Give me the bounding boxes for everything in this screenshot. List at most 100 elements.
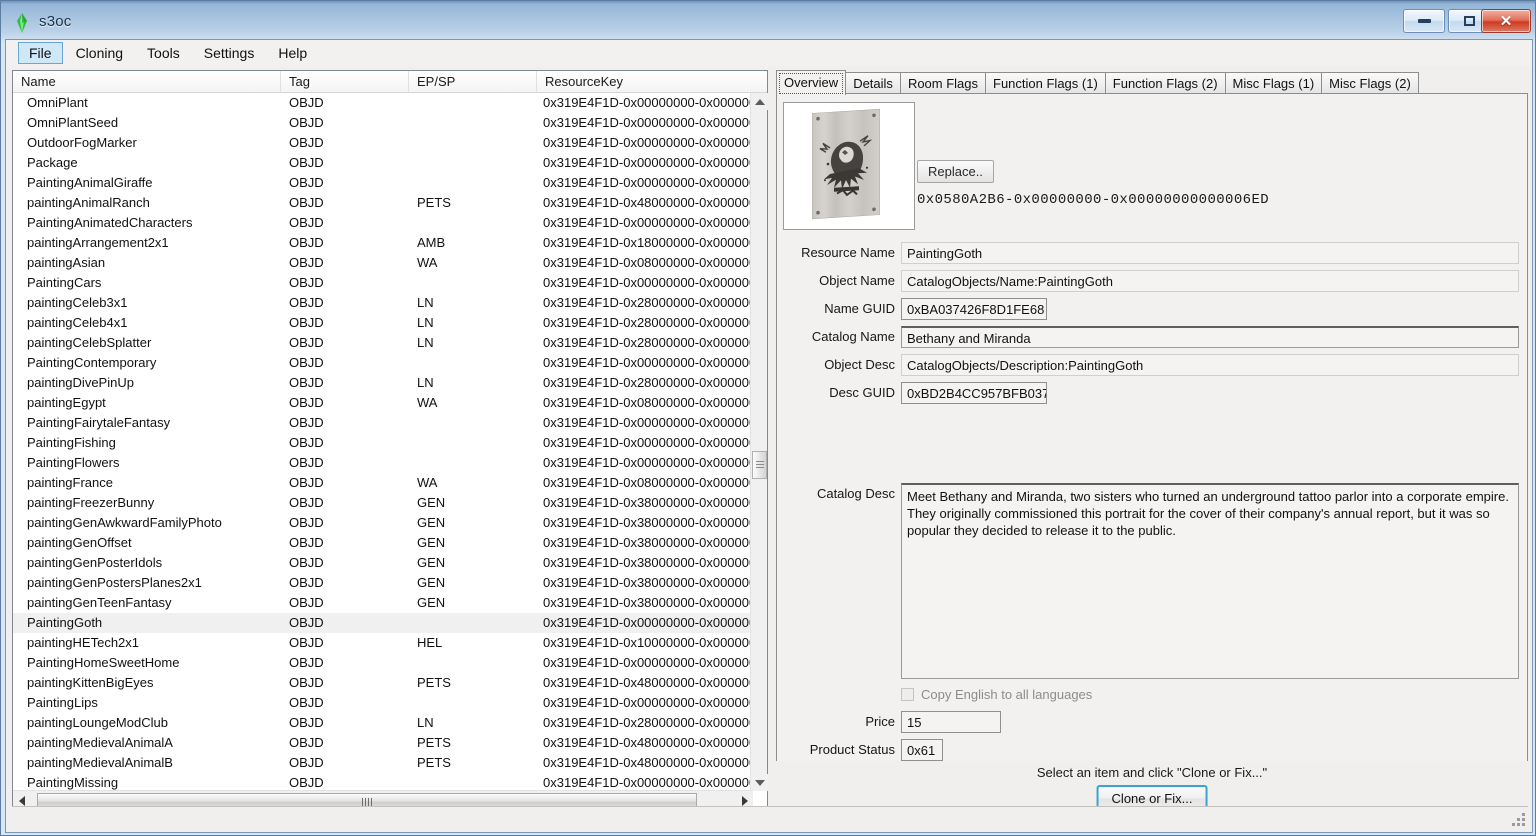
table-row[interactable]: paintingEgypt OBJD WA 0x319E4F1D-0x08000000… [13, 393, 753, 413]
action-hint-text: Select an item and click "Clone or Fix..… [1036, 765, 1268, 780]
cell-ep: GEN [417, 595, 446, 610]
cell-name: paintingLoungeModClub [27, 715, 168, 730]
cell-tag: OBJD [289, 295, 324, 310]
cell-tag: OBJD [289, 175, 324, 190]
input-catalog-name[interactable]: Bethany and Miranda [901, 326, 1519, 348]
minimize-button[interactable] [1403, 9, 1445, 33]
scroll-up-button[interactable] [751, 93, 768, 110]
menu-tools[interactable]: Tools [136, 42, 191, 64]
input-object-name[interactable]: CatalogObjects/Name:PaintingGoth [901, 270, 1519, 292]
menu-help[interactable]: Help [267, 42, 318, 64]
table-row[interactable]: paintingGenPosterIdols OBJD GEN 0x319E4F1D-… [13, 553, 753, 573]
column-header-epsp[interactable]: EP/SP [409, 71, 537, 93]
table-row[interactable]: paintingCeleb3x1 OBJD LN 0x319E4F1D-0x28000… [13, 293, 753, 313]
input-price[interactable]: 15 [901, 711, 1001, 733]
cell-tag: OBJD [289, 335, 324, 350]
table-row[interactable]: PaintingFishing OBJD 0x319E4F1D-0x00000000… [13, 433, 753, 453]
tab-misc-flags-1[interactable]: Misc Flags (1) [1224, 72, 1323, 95]
cell-name: OmniPlantSeed [27, 115, 119, 130]
label-name-guid: Name GUID [824, 301, 895, 316]
table-row[interactable]: PaintingCars OBJD 0x319E4F1D-0x00000000-0x… [13, 273, 753, 293]
resize-grip-icon[interactable] [1512, 813, 1525, 826]
table-row[interactable]: paintingCelebSplatter OBJD LN 0x319E4F1D-0x… [13, 333, 753, 353]
input-product-status[interactable]: 0x61 [901, 739, 943, 761]
chevron-right-icon [741, 796, 748, 806]
input-catalog-desc[interactable]: Meet Bethany and Miranda, two sisters wh… [901, 483, 1519, 679]
table-row[interactable]: PaintingMissing OBJD 0x319E4F1D-0x00000000… [13, 773, 753, 791]
replace-button[interactable]: Replace.. [917, 160, 994, 183]
table-row[interactable]: Package OBJD 0x319E4F1D-0x00000000-0x00000… [13, 153, 753, 173]
cell-rk: 0x319E4F1D-0x00000000-0x0000000 [543, 695, 753, 710]
table-row[interactable]: OmniPlantSeed OBJD 0x319E4F1D-0x00000000-0… [13, 113, 753, 133]
copy-english-row[interactable]: Copy English to all languages [901, 687, 1092, 702]
cell-name: paintingEgypt [27, 395, 106, 410]
vertical-scroll-thumb[interactable] [752, 451, 767, 479]
input-object-desc[interactable]: CatalogObjects/Description:PaintingGoth [901, 354, 1519, 376]
column-header-tag[interactable]: Tag [281, 71, 409, 93]
column-header-resourcekey[interactable]: ResourceKey [537, 71, 755, 93]
cell-rk: 0x319E4F1D-0x48000000-0x0000000 [543, 675, 753, 690]
cell-rk: 0x319E4F1D-0x00000000-0x0000000 [543, 775, 753, 790]
table-row[interactable]: paintingGenTeenFantasy OBJD GEN 0x319E4F1D-… [13, 593, 753, 613]
table-row[interactable]: paintingMedievalAnimalA OBJD PETS 0x319E4F1… [13, 733, 753, 753]
table-row[interactable]: paintingArrangement2x1 OBJD AMB 0x319E4F1D-… [13, 233, 753, 253]
tab-overview[interactable]: Overview [776, 70, 847, 95]
table-row[interactable]: PaintingFairytaleFantasy OBJD 0x319E4F1D-0… [13, 413, 753, 433]
table-row[interactable]: PaintingContemporary OBJD 0x319E4F1D-0x000… [13, 353, 753, 373]
table-row[interactable]: paintingGenPostersPlanes2x1 OBJD GEN 0x319E… [13, 573, 753, 593]
cell-name: paintingHETech2x1 [27, 635, 140, 650]
close-button[interactable]: ✕ [1481, 9, 1531, 33]
resource-list-rows[interactable]: OmniPlant OBJD 0x319E4F1D-0x00000000-0x000… [13, 93, 753, 791]
cell-ep: PETS [417, 195, 451, 210]
table-row[interactable]: paintingFreezerBunny OBJD GEN 0x319E4F1D-0x… [13, 493, 753, 513]
menu-settings[interactable]: Settings [193, 42, 266, 64]
table-row[interactable]: paintingHETech2x1 OBJD HEL 0x319E4F1D-0x100… [13, 633, 753, 653]
menu-cloning[interactable]: Cloning [65, 42, 134, 64]
table-row[interactable]: paintingAnimalRanch OBJD PETS 0x319E4F1D-0x… [13, 193, 753, 213]
cell-ep [417, 113, 535, 115]
table-row[interactable]: PaintingAnimalGiraffe OBJD 0x319E4F1D-0x00… [13, 173, 753, 193]
menu-file[interactable]: File [18, 42, 63, 64]
tab-function-flags-1[interactable]: Function Flags (1) [985, 72, 1106, 95]
tab-details[interactable]: Details [845, 72, 901, 95]
table-row[interactable]: paintingMedievalAnimalB OBJD PETS 0x319E4F1… [13, 753, 753, 773]
table-row[interactable]: paintingGenAwkwardFamilyPhoto OBJD GEN 0x31… [13, 513, 753, 533]
table-row[interactable]: OutdoorFogMarker OBJD 0x319E4F1D-0x0000000… [13, 133, 753, 153]
copy-english-checkbox[interactable] [901, 688, 914, 701]
table-row[interactable]: paintingGenOffset OBJD GEN 0x319E4F1D-0x380… [13, 533, 753, 553]
thumbnail-preview[interactable] [783, 102, 915, 230]
table-row[interactable]: OmniPlant OBJD 0x319E4F1D-0x00000000-0x000… [13, 93, 753, 113]
cell-rk: 0x319E4F1D-0x28000000-0x0000000 [543, 335, 753, 350]
tab-misc-flags-2[interactable]: Misc Flags (2) [1321, 72, 1419, 95]
input-desc-guid[interactable]: 0xBD2B4CC957BFB037 [901, 382, 1047, 404]
tab-function-flags-2[interactable]: Function Flags (2) [1104, 72, 1226, 95]
table-row[interactable]: paintingAsian OBJD WA 0x319E4F1D-0x08000000… [13, 253, 753, 273]
table-row[interactable]: paintingDivePinUp OBJD LN 0x319E4F1D-0x2800… [13, 373, 753, 393]
cell-tag: OBJD [289, 315, 324, 330]
table-row[interactable]: paintingCeleb4x1 OBJD LN 0x319E4F1D-0x28000… [13, 313, 753, 333]
table-row[interactable]: PaintingFlowers OBJD 0x319E4F1D-0x00000000… [13, 453, 753, 473]
tab-room-flags[interactable]: Room Flags [899, 72, 987, 95]
cell-ep: GEN [417, 575, 446, 590]
scroll-down-button[interactable] [751, 774, 768, 791]
table-row[interactable]: PaintingHomeSweetHome OBJD 0x319E4F1D-0x00… [13, 653, 753, 673]
cell-ep: GEN [417, 515, 446, 530]
cell-ep: GEN [417, 495, 446, 510]
input-resource-name[interactable]: PaintingGoth [901, 242, 1519, 264]
table-row[interactable]: paintingKittenBigEyes OBJD PETS 0x319E4F1D-… [13, 673, 753, 693]
detail-panel: Overview Details Room Flags Function Flags … [776, 70, 1528, 812]
input-name-guid[interactable]: 0xBA037426F8D1FE68 [901, 298, 1047, 320]
cell-rk: 0x319E4F1D-0x00000000-0x0000000 [543, 435, 753, 450]
table-row[interactable]: paintingFrance OBJD WA 0x319E4F1D-0x0800000… [13, 473, 753, 493]
table-row[interactable]: PaintingLips OBJD 0x319E4F1D-0x00000000-0x… [13, 693, 753, 713]
cell-tag: OBJD [289, 415, 324, 430]
plumbob-icon [11, 12, 33, 34]
table-row[interactable]: paintingLoungeModClub OBJD LN 0x319E4F1D-0x… [13, 713, 753, 733]
table-row[interactable]: PaintingGoth OBJD 0x319E4F1D-0x00000000-0x… [13, 613, 753, 633]
column-header-name[interactable]: Name [13, 71, 281, 93]
cell-ep [417, 93, 535, 95]
table-row[interactable]: PaintingAnimatedCharacters OBJD 0x319E4F1D… [13, 213, 753, 233]
list-vertical-scrollbar[interactable] [750, 93, 768, 791]
field-object-name: Object Name CatalogObjects/Name:Painting… [777, 270, 1527, 292]
cell-name: Package [27, 155, 78, 170]
